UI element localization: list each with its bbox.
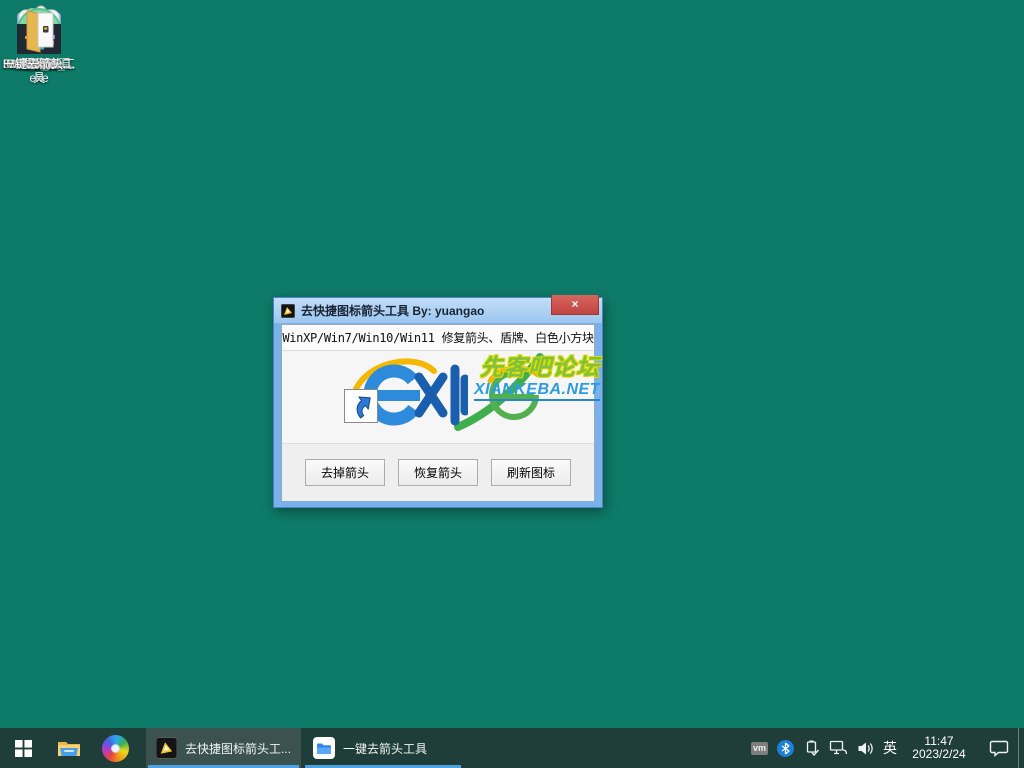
system-tray: vm 英 11:47 2023/2/24: [751, 728, 1018, 768]
taskbar-app-one-key-tool[interactable]: 一键去箭头工具: [303, 728, 463, 768]
dialog-app-icon: [281, 304, 295, 318]
usb-eject-icon[interactable]: [803, 740, 820, 757]
arrow-remover-app-icon: [156, 737, 177, 759]
browser-button[interactable]: [92, 728, 138, 768]
watermark-line2: XIANKEBA.NET: [474, 382, 600, 401]
watermark-line1: 先客吧论坛: [474, 356, 600, 379]
restore-arrow-button[interactable]: 恢复箭头: [398, 459, 478, 486]
ime-language-indicator[interactable]: 英: [883, 738, 897, 758]
browser-icon: [102, 735, 129, 762]
bluetooth-icon[interactable]: [777, 740, 794, 757]
dialog-button-row: 去掉箭头 恢复箭头 刷新图标: [282, 443, 594, 501]
refresh-icons-button[interactable]: 刷新图标: [491, 459, 571, 486]
network-icon[interactable]: [829, 740, 848, 756]
forum-watermark: 先客吧论坛 XIANKEBA.NET: [474, 356, 600, 401]
close-button[interactable]: ×: [551, 295, 599, 315]
banner-logo-glyphs: [410, 361, 468, 429]
taskbar-app-arrow-remover[interactable]: 去快捷图标箭头工...: [146, 728, 301, 768]
dialog-banner: 先客吧论坛 XIANKEBA.NET: [282, 351, 594, 443]
taskbar-clock[interactable]: 11:47 2023/2/24: [906, 735, 972, 761]
clock-date: 2023/2/24: [906, 748, 972, 761]
taskbar-app-label: 去快捷图标箭头工...: [185, 740, 291, 757]
taskbar-spacer: [465, 728, 751, 768]
arrow-remover-dialog: 去快捷图标箭头工具 By: yuangao × WinXP/Win7/Win10…: [273, 297, 603, 508]
vmware-tray-icon[interactable]: vm: [751, 742, 768, 755]
dialog-content: WinXP/Win7/Win10/Win11 修复箭头、盾牌、白色小方块: [281, 324, 595, 500]
windows-desktop: { "desktop": { "icons": [ {"name": "this…: [0, 0, 1024, 768]
taskbar-app-label: 一键去箭头工具: [343, 740, 427, 757]
dialog-titlebar[interactable]: 去快捷图标箭头工具 By: yuangao ×: [274, 298, 602, 323]
dialog-info-line: WinXP/Win7/Win10/Win11 修复箭头、盾牌、白色小方块: [282, 325, 594, 351]
remove-arrow-button[interactable]: 去掉箭头: [305, 459, 385, 486]
dialog-title: 去快捷图标箭头工具 By: yuangao: [301, 302, 551, 319]
open-folder-icon: [0, 0, 78, 54]
windows-logo-icon: [15, 740, 32, 757]
taskbar: 去快捷图标箭头工... 一键去箭头工具 vm: [0, 728, 1024, 768]
start-button[interactable]: [0, 728, 46, 768]
volume-icon[interactable]: [857, 741, 874, 756]
file-explorer-button[interactable]: [46, 728, 92, 768]
file-explorer-icon: [56, 736, 82, 760]
show-desktop-button[interactable]: [1018, 728, 1024, 768]
one-key-tool-app-icon: [313, 737, 335, 759]
desktop-icon-one-key-arrow-tool[interactable]: 一键去箭头工具: [0, 0, 78, 85]
shortcut-arrow-overlay-icon: [344, 389, 378, 423]
action-center-icon[interactable]: [989, 740, 1010, 757]
icon-label: 一键去箭头工具: [0, 57, 78, 85]
